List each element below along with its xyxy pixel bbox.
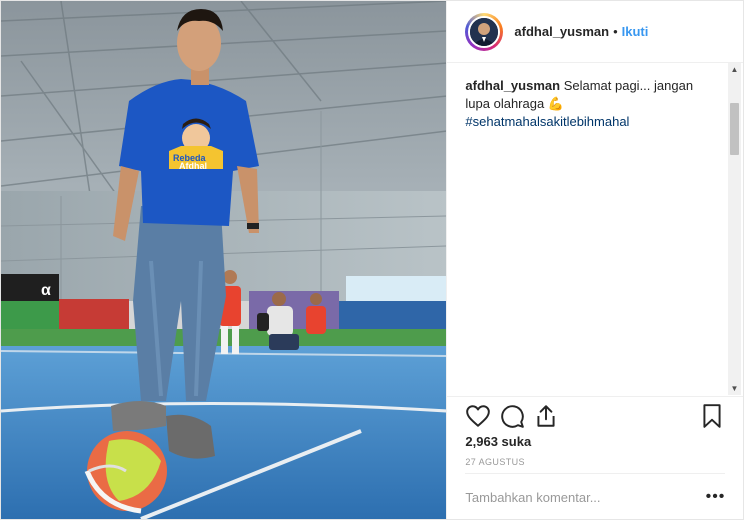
banner-logo-text: α [41,282,51,299]
comment-input[interactable] [465,489,706,505]
caption-username[interactable]: afdhal_yusman [465,78,560,93]
comment-bar: ••• [465,473,726,520]
post-sidebar: afdhal_yusman • Ikuti afdhal_yusman Sela… [446,1,744,519]
post-date[interactable]: 27 AGUSTUS [465,457,525,467]
separator-dot: • [613,24,618,39]
shirt-text-line2: Afdhal [179,161,207,171]
bookmark-icon[interactable] [699,403,725,429]
follow-button[interactable]: Ikuti [622,24,649,39]
scroll-thumb[interactable] [730,103,739,155]
heart-icon[interactable] [465,403,491,429]
avatar-image [468,15,501,48]
comments-scrollbar[interactable]: ▲ ▼ [728,63,741,395]
post-actions: 2,963 suka 27 AGUSTUS ••• [447,396,744,505]
flexed-biceps-emoji: 💪 [547,96,565,111]
scroll-up-arrow-icon[interactable]: ▲ [728,63,741,76]
likes-count[interactable]: 2,963 suka [465,434,531,449]
instagram-post: α Rebeda Afdhal afdhal_yusman • Ikuti af… [0,0,744,520]
scroll-down-arrow-icon[interactable]: ▼ [728,382,741,395]
caption-hashtag[interactable]: #sehatmahalsakitlebihmahal [465,114,629,129]
share-icon[interactable] [533,403,559,429]
more-options-icon[interactable]: ••• [706,488,726,506]
post-photo[interactable]: α Rebeda Afdhal [1,1,447,519]
action-icons-row [447,397,743,435]
comment-icon[interactable] [499,403,525,429]
post-header: afdhal_yusman • Ikuti [447,1,743,63]
futsal-photo-illustration: α Rebeda Afdhal [1,1,447,519]
username-link[interactable]: afdhal_yusman [514,24,609,39]
avatar[interactable] [465,12,504,51]
post-caption: afdhal_yusman Selamat pagi... jangan lup… [465,77,715,131]
